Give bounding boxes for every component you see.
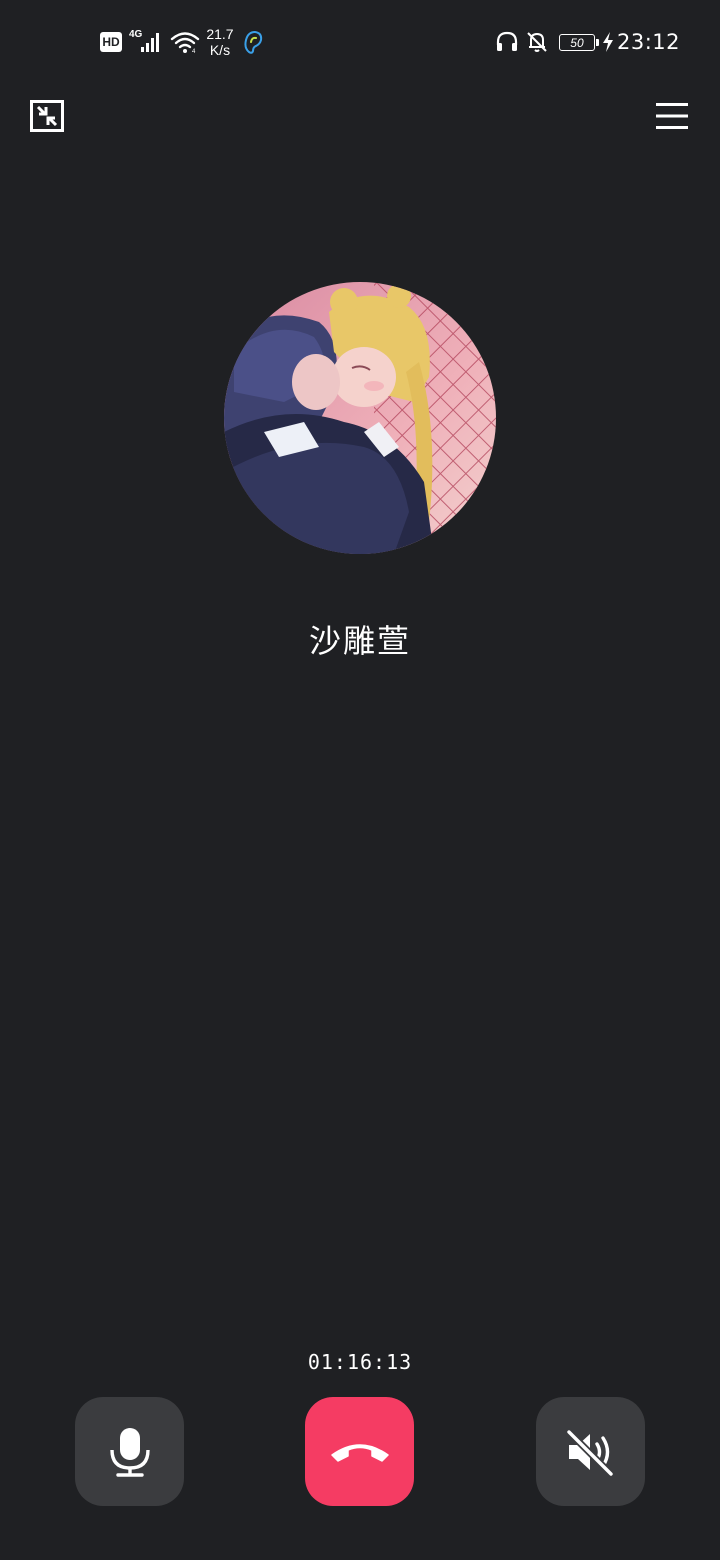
minimize-window-button[interactable] — [30, 100, 64, 132]
microphone-button[interactable] — [75, 1397, 184, 1506]
ear-assist-icon — [244, 30, 262, 54]
speaker-muted-icon — [565, 1428, 614, 1476]
headphones-icon — [496, 31, 518, 51]
hd-badge: HD — [100, 32, 122, 52]
voice-call-screen: HD 4G 4 21.7 K/s 50 23:12 沙雕萱 01:16:13 — [0, 0, 720, 1560]
phone-hangup-icon — [330, 1443, 389, 1462]
speaker-button[interactable] — [536, 1397, 645, 1506]
hang-up-button[interactable] — [305, 1397, 414, 1506]
network-type: 4G — [129, 28, 143, 40]
net-speed-value: 21.7 — [206, 26, 234, 42]
network-speed: 21.7 K/s — [206, 26, 233, 58]
bell-off-icon — [527, 32, 547, 52]
battery-icon: 50 — [558, 33, 599, 51]
signal-icon — [141, 33, 160, 52]
microphone-icon — [109, 1427, 150, 1477]
contact-avatar-image — [224, 282, 496, 554]
status-bar: HD 4G 4 21.7 K/s 50 23:12 — [0, 0, 720, 84]
clock: 23:12 — [616, 30, 680, 54]
minimize-window-icon — [30, 100, 64, 132]
call-timer: 01:16:13 — [307, 1350, 413, 1374]
contact-avatar — [224, 282, 496, 554]
hamburger-menu-icon — [656, 103, 688, 129]
status-bar-right: 50 23:12 — [495, 26, 680, 58]
wifi-icon: 4 — [171, 32, 200, 54]
status-bar-left: HD 4G 4 21.7 K/s — [100, 24, 265, 60]
charging-icon — [602, 32, 613, 52]
menu-button[interactable] — [656, 102, 688, 130]
net-speed-unit: K/s — [209, 42, 231, 58]
svg-text:4: 4 — [192, 49, 196, 54]
caller-name: 沙雕萱 — [308, 622, 411, 660]
